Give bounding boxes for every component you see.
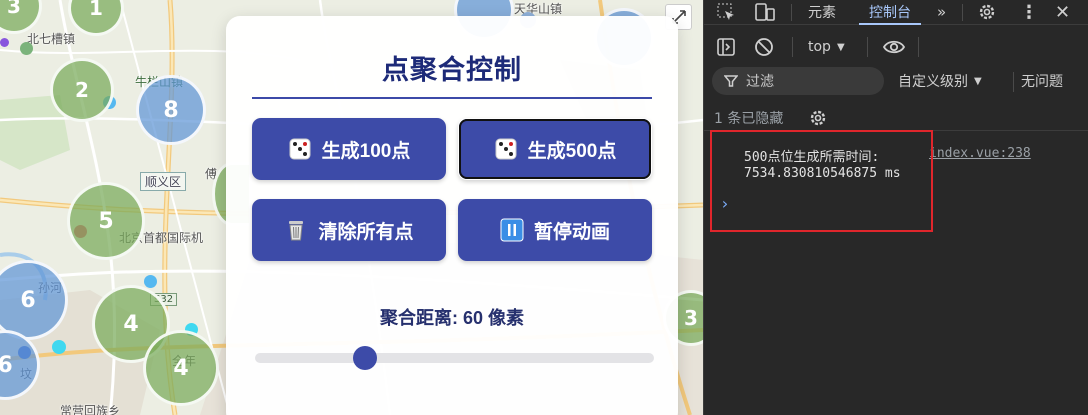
map-point[interactable] bbox=[52, 340, 66, 354]
generate-100-label: 生成100点 bbox=[321, 140, 411, 162]
context-value: top bbox=[808, 39, 831, 55]
cluster-distance-label: 聚合距离: 60 像素 bbox=[379, 308, 525, 328]
devtools-tab-bar: 元素 控制台 » ⋮ ✕ bbox=[704, 0, 1088, 25]
pause-animation-button[interactable]: 暂停动画 bbox=[458, 199, 652, 261]
cluster-marker[interactable]: 4 bbox=[143, 330, 219, 406]
cluster-count: 1 bbox=[89, 0, 103, 20]
title-divider bbox=[252, 97, 652, 99]
divider bbox=[791, 4, 792, 21]
cluster-control-panel: 点聚合控制 生成100点 生成500点 清除所有点 暂停动画 聚合距离: 60 … bbox=[226, 16, 678, 415]
cluster-count: 8 bbox=[163, 97, 179, 123]
divider bbox=[867, 37, 868, 57]
generate-100-button[interactable]: 生成100点 bbox=[252, 118, 446, 180]
devtools-panel: 元素 控制台 » ⋮ ✕ top ▼ 过滤 自定义级别 ▼ 无问题 1 条已隐藏… bbox=[703, 0, 1088, 415]
highlight-box bbox=[710, 130, 933, 232]
cluster-marker[interactable]: 5 bbox=[67, 182, 145, 260]
console-toolbar: top ▼ bbox=[704, 33, 1088, 61]
more-options-icon[interactable]: ⋮ bbox=[1020, 0, 1038, 24]
filter-placeholder: 过滤 bbox=[746, 74, 774, 90]
cluster-count: 6 bbox=[0, 352, 13, 378]
map-label-town: 常营回族乡 bbox=[60, 404, 121, 415]
cluster-count: 3 bbox=[7, 0, 21, 18]
map-label-district: 顺义区 bbox=[140, 172, 187, 191]
cluster-distance-slider[interactable] bbox=[255, 353, 654, 363]
map-label-town: 北七槽镇 bbox=[27, 32, 76, 46]
generate-500-label: 生成500点 bbox=[527, 140, 617, 162]
cluster-count: 4 bbox=[173, 355, 189, 381]
log-source-link[interactable]: index.vue:238 bbox=[929, 146, 1031, 161]
log-level-label: 自定义级别 bbox=[898, 74, 968, 90]
dice-icon bbox=[288, 137, 312, 161]
filter-icon bbox=[724, 75, 738, 87]
trash-icon bbox=[284, 218, 308, 242]
generate-500-button[interactable]: 生成500点 bbox=[458, 118, 652, 180]
divider bbox=[918, 37, 919, 57]
cluster-marker[interactable]: 8 bbox=[136, 75, 206, 145]
sidebar-toggle-icon[interactable] bbox=[716, 35, 736, 59]
cluster-count: 6 bbox=[20, 287, 36, 313]
dropdown-arrow-icon: ▼ bbox=[836, 41, 845, 53]
clear-points-button[interactable]: 清除所有点 bbox=[252, 199, 446, 261]
settings-gear-icon[interactable] bbox=[977, 0, 997, 24]
console-settings-gear-icon[interactable] bbox=[808, 106, 828, 130]
pause-icon bbox=[500, 218, 524, 242]
slider-thumb[interactable] bbox=[353, 346, 377, 370]
clear-points-label: 清除所有点 bbox=[318, 221, 414, 243]
more-tabs-icon[interactable]: » bbox=[937, 0, 946, 24]
close-icon[interactable]: ✕ bbox=[1055, 0, 1070, 24]
cluster-marker[interactable]: 2 bbox=[50, 58, 114, 122]
cluster-count: 5 bbox=[98, 208, 114, 234]
context-selector[interactable]: top ▼ bbox=[808, 35, 845, 59]
tab-console[interactable]: 控制台 bbox=[859, 0, 921, 25]
cluster-count: 4 bbox=[123, 311, 139, 337]
map-point[interactable] bbox=[0, 38, 9, 47]
cluster-count: 3 bbox=[684, 306, 698, 330]
panel-title: 点聚合控制 bbox=[382, 55, 522, 85]
map-point[interactable] bbox=[20, 42, 33, 55]
filter-input[interactable]: 过滤 bbox=[712, 67, 884, 95]
log-level-dropdown[interactable]: 自定义级别 ▼ bbox=[898, 69, 982, 93]
divider bbox=[1013, 72, 1014, 92]
pause-animation-label: 暂停动画 bbox=[533, 221, 610, 243]
hidden-messages-count: 1 条已隐藏 bbox=[714, 111, 784, 127]
tab-elements[interactable]: 元素 bbox=[808, 0, 836, 24]
dropdown-arrow-icon: ▼ bbox=[974, 75, 982, 87]
inspect-element-icon[interactable] bbox=[716, 0, 736, 24]
cluster-count: 2 bbox=[75, 78, 89, 102]
device-toolbar-icon[interactable] bbox=[754, 0, 776, 24]
issues-counter[interactable]: 无问题 bbox=[1021, 69, 1063, 93]
divider bbox=[962, 4, 963, 21]
dice-icon bbox=[494, 137, 518, 161]
map-point[interactable] bbox=[144, 275, 157, 288]
divider bbox=[792, 37, 793, 57]
clear-console-icon[interactable] bbox=[754, 35, 774, 59]
live-expression-eye-icon[interactable] bbox=[882, 35, 906, 59]
